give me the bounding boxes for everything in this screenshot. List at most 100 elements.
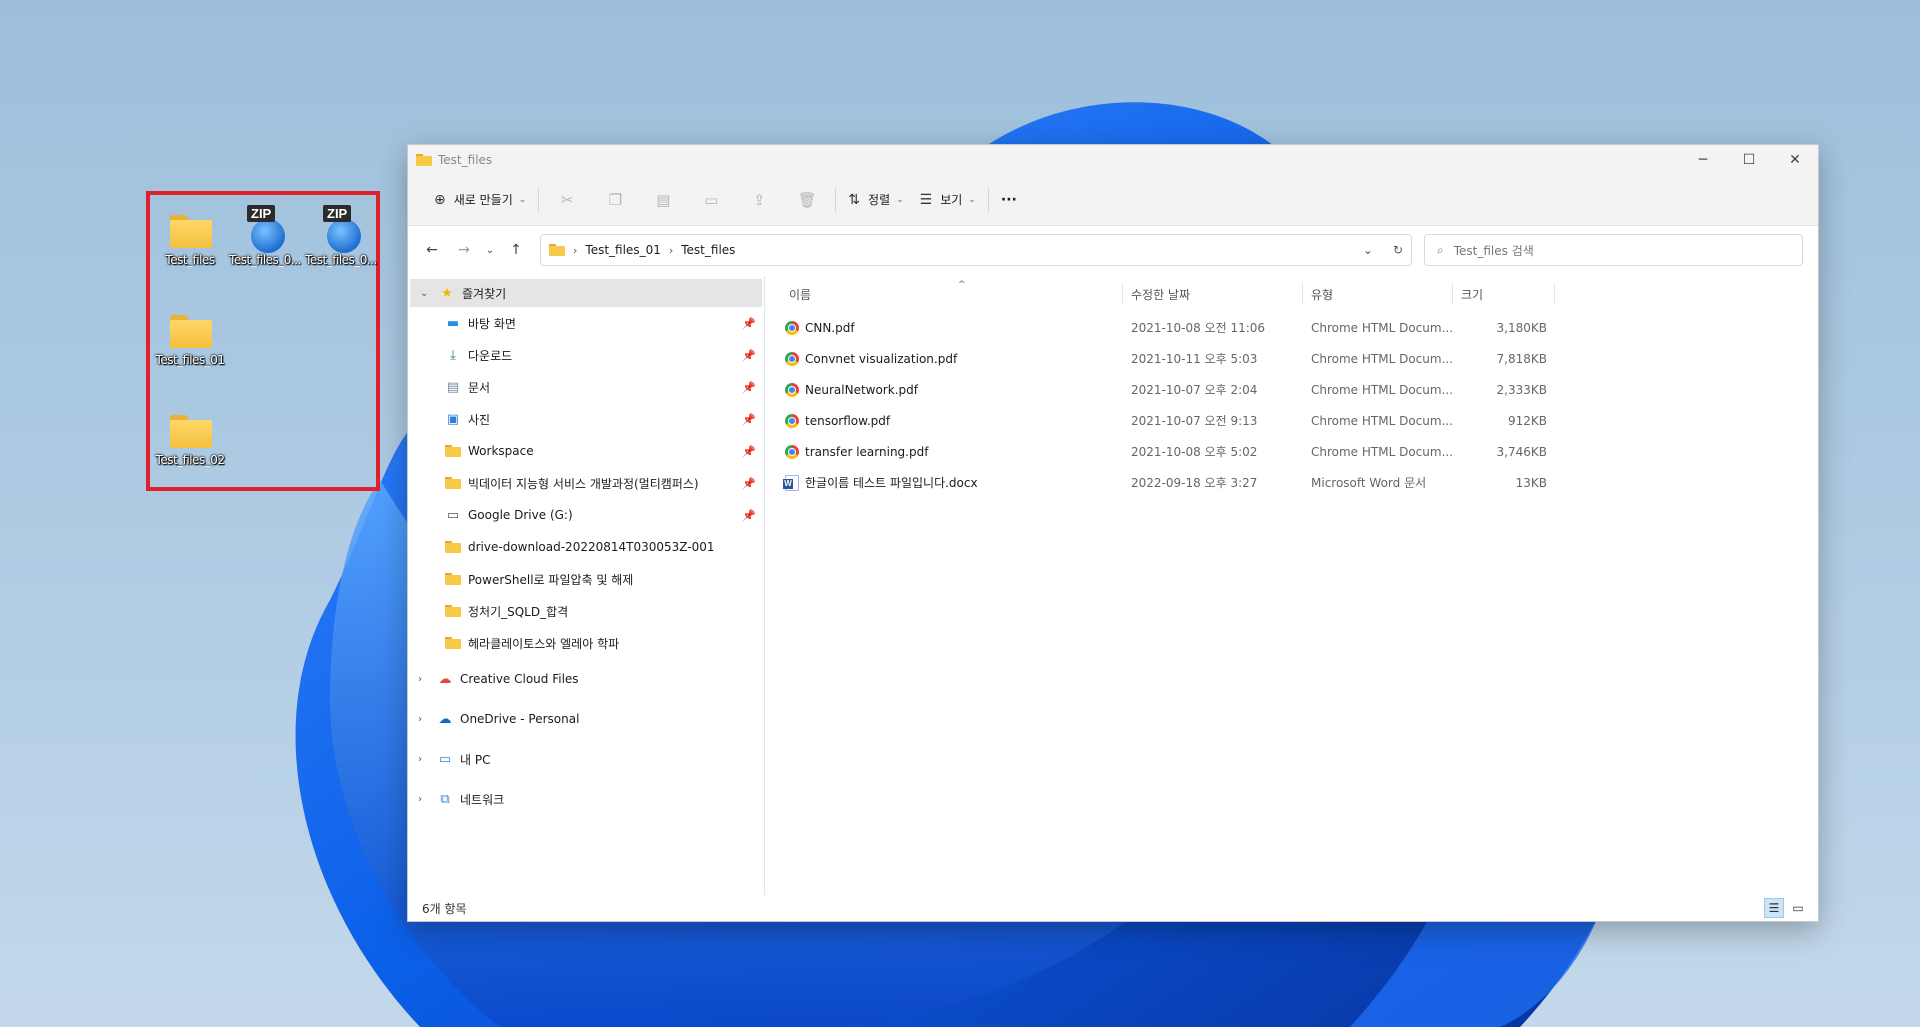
pin-icon: 📌	[742, 316, 756, 330]
copy-button[interactable]: ❐	[591, 184, 639, 216]
chevron-down-icon[interactable]: ⌄	[420, 288, 434, 299]
back-button[interactable]: ←	[416, 234, 448, 266]
new-button[interactable]: ⊕ 새로 만들기 ⌄	[426, 184, 534, 216]
chevron-down-icon: ⌄	[518, 194, 527, 205]
nav-network[interactable]: › ⧉ 네트워크	[408, 779, 764, 819]
more-icon: ···	[1000, 191, 1017, 208]
chevron-right-icon[interactable]: ›	[418, 754, 432, 765]
nav-item-heraclitus[interactable]: 헤라클레이토스와 엘레아 학파	[408, 627, 764, 659]
desktop-icon-label: Test_files_0...	[305, 253, 377, 267]
more-options-button[interactable]: ···	[993, 184, 1025, 216]
desktop-icon-zip-1[interactable]: ZIP Test_files_0...	[222, 205, 308, 267]
folder-icon	[444, 477, 462, 489]
zip-archive-icon	[327, 219, 361, 253]
nav-favorites[interactable]: ⌄ ★ 즐겨찾기	[410, 279, 762, 307]
item-count: 6개 항목	[422, 901, 467, 916]
column-header-label: 유형	[1311, 287, 1334, 302]
navigation-pane: ⌄ ★ 즐겨찾기 ▬ 바탕 화면 📌 ⤓ 다운로드 📌 ▤ 문서 📌 ▣ 사진 …	[408, 276, 765, 895]
folder-icon	[444, 541, 462, 553]
folder-icon	[444, 445, 462, 457]
folder-icon	[170, 215, 212, 248]
chevron-right-icon[interactable]: ›	[418, 714, 432, 725]
refresh-icon[interactable]: ↻	[1393, 243, 1403, 257]
forward-button[interactable]: →	[448, 234, 480, 266]
file-row[interactable]: Convnet visualization.pdf 2021-10-11 오후 …	[781, 343, 1818, 374]
file-size: 7,818KB	[1496, 351, 1547, 366]
file-row[interactable]: CNN.pdf 2021-10-08 오전 11:06 Chrome HTML …	[781, 312, 1818, 343]
share-button[interactable]: ⇪	[735, 184, 783, 216]
nav-item-powershell[interactable]: PowerShell로 파일압축 및 해제	[408, 563, 764, 595]
title-bar[interactable]: Test_files ─ ☐ ✕	[408, 145, 1818, 174]
file-size: 3,746KB	[1496, 444, 1547, 459]
rename-button[interactable]: ▭	[687, 184, 735, 216]
pin-icon: 📌	[742, 380, 756, 394]
file-row[interactable]: tensorflow.pdf 2021-10-07 오전 9:13 Chrome…	[781, 405, 1818, 436]
zip-archive-icon	[251, 219, 285, 253]
breadcrumb-item[interactable]: Test_files	[681, 243, 735, 257]
chevron-down-icon: ⌄	[485, 244, 495, 256]
file-row[interactable]: 한글이름 테스트 파일입니다.docx 2022-09-18 오후 3:27 M…	[781, 467, 1818, 498]
column-header-type[interactable]: 유형	[1303, 283, 1453, 305]
tiles-view-icon[interactable]: ▭	[1788, 898, 1808, 918]
nav-item-desktop[interactable]: ▬ 바탕 화면 📌	[408, 307, 764, 339]
view-button[interactable]: ☰ 보기 ⌄	[912, 184, 984, 216]
nav-item-drive-download[interactable]: drive-download-20220814T030053Z-001	[408, 531, 764, 563]
nav-item-google-drive[interactable]: ▭ Google Drive (G:) 📌	[408, 499, 764, 531]
desktop-icon: ▬	[446, 315, 460, 331]
desktop-icon-test-files-01[interactable]: Test_files_01	[147, 305, 233, 367]
file-row[interactable]: transfer learning.pdf 2021-10-08 오후 5:02…	[781, 436, 1818, 467]
nav-item-documents[interactable]: ▤ 문서 📌	[408, 371, 764, 403]
scissors-icon: ✂	[561, 190, 574, 209]
nav-item-pictures[interactable]: ▣ 사진 📌	[408, 403, 764, 435]
file-date: 2022-09-18 오후 3:27	[1131, 476, 1258, 490]
file-size: 3,180KB	[1496, 320, 1547, 335]
maximize-button[interactable]: ☐	[1726, 145, 1772, 174]
details-view-icon[interactable]: ☰	[1764, 898, 1784, 918]
navigation-bar: ← → ⌄ ↑ › Test_files_01 › Test_files ⌄ ↻…	[408, 226, 1818, 274]
delete-button[interactable]: 🗑	[783, 184, 831, 216]
column-header-name[interactable]: 이름	[781, 283, 1123, 305]
nav-item-bigdata[interactable]: 빅데이터 지능형 서비스 개발과정(멀티캠퍼스) 📌	[408, 467, 764, 499]
nav-creative-cloud[interactable]: › ☁ Creative Cloud Files	[408, 659, 764, 699]
close-button[interactable]: ✕	[1772, 145, 1818, 174]
chevron-down-icon: ⌄	[896, 194, 904, 205]
file-type: Chrome HTML Docum...	[1311, 351, 1453, 366]
nav-this-pc[interactable]: › ▭ 내 PC	[408, 739, 764, 779]
column-header-label: 이름	[789, 287, 812, 302]
pin-icon: 📌	[742, 444, 756, 458]
desktop-icon-test-files-02[interactable]: Test_files_02	[147, 405, 233, 467]
breadcrumb-item[interactable]: Test_files_01	[585, 243, 660, 257]
recent-locations-button[interactable]: ⌄	[480, 234, 500, 266]
pc-icon: ▭	[438, 751, 452, 767]
paste-button[interactable]: ▤	[639, 184, 687, 216]
nav-item-sqld[interactable]: 정처기_SQLD_합격	[408, 595, 764, 627]
sort-button[interactable]: ⇅ 정렬 ⌄	[840, 184, 911, 216]
zip-badge: ZIP	[247, 205, 276, 222]
nav-onedrive[interactable]: › ☁ OneDrive - Personal	[408, 699, 764, 739]
desktop-icon-test-files[interactable]: Test_files	[147, 205, 233, 267]
cut-button[interactable]: ✂	[543, 184, 591, 216]
search-box[interactable]: ⌕ Test_files 검색	[1424, 234, 1803, 266]
desktop-icon-label: Test_files_0...	[229, 253, 301, 267]
up-button[interactable]: ↑	[500, 234, 532, 266]
address-dropdown-icon[interactable]: ⌄	[1363, 243, 1373, 257]
chevron-right-icon[interactable]: ›	[418, 674, 432, 685]
nav-root-label: OneDrive - Personal	[460, 712, 580, 726]
nav-item-downloads[interactable]: ⤓ 다운로드 📌	[408, 339, 764, 371]
column-header-size[interactable]: 크기	[1453, 283, 1555, 305]
file-date: 2021-10-08 오후 5:02	[1131, 445, 1258, 459]
desktop-icon-label: Test_files_01	[155, 353, 225, 367]
folder-icon	[444, 605, 462, 617]
zip-badge: ZIP	[323, 205, 352, 222]
file-row[interactable]: NeuralNetwork.pdf 2021-10-07 오후 2:04 Chr…	[781, 374, 1818, 405]
desktop-icon-zip-2[interactable]: ZIP Test_files_0...	[298, 205, 384, 267]
address-bar[interactable]: › Test_files_01 › Test_files ⌄ ↻	[540, 234, 1412, 266]
minimize-button[interactable]: ─	[1680, 145, 1726, 174]
file-size: 912KB	[1507, 413, 1547, 428]
nav-item-workspace[interactable]: Workspace 📌	[408, 435, 764, 467]
file-list: ^ 이름 수정한 날짜 유형 크기 CNN.pdf 2021-10-08 오전 …	[765, 276, 1818, 895]
file-size: 13KB	[1515, 475, 1547, 490]
column-header-date[interactable]: 수정한 날짜	[1123, 283, 1303, 305]
chevron-right-icon[interactable]: ›	[418, 794, 432, 805]
column-header-label: 크기	[1461, 287, 1484, 302]
